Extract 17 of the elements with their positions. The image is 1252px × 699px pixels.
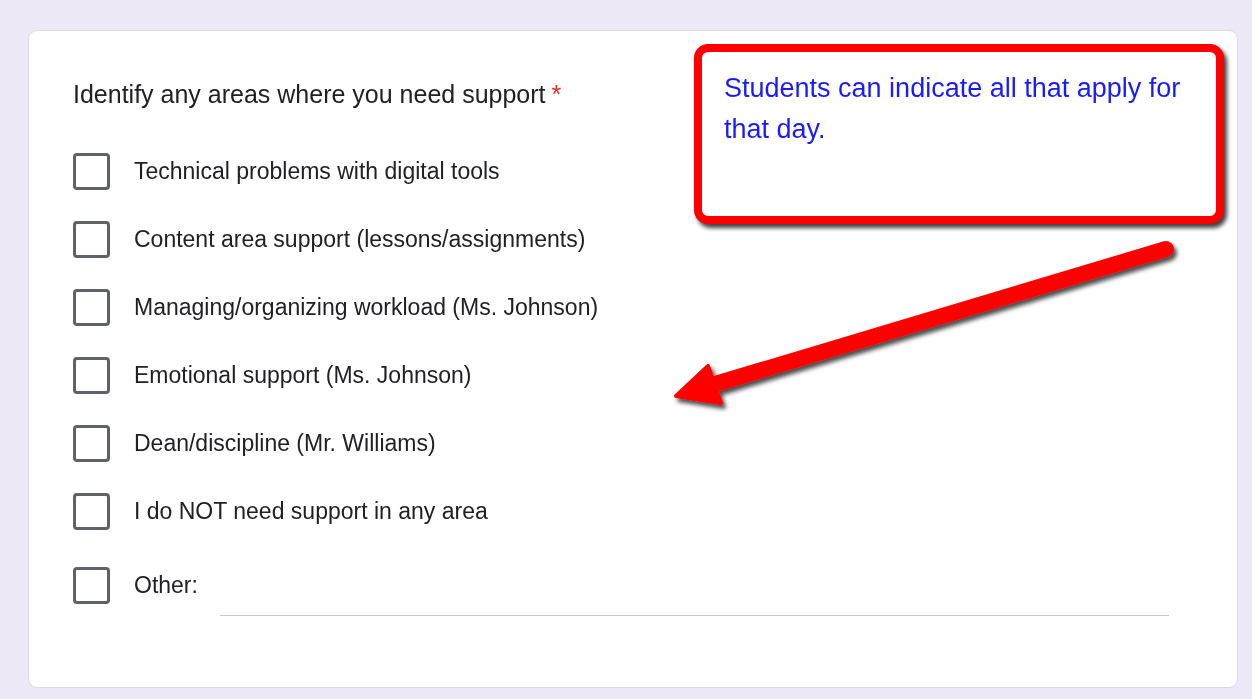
checkbox[interactable]	[73, 424, 110, 462]
option-label[interactable]: Dean/discipline (Mr. Williams)	[134, 425, 436, 461]
option-label[interactable]: Content area support (lessons/assignments)	[134, 221, 586, 257]
option-label[interactable]: Emotional support (Ms. Johnson)	[134, 357, 472, 393]
option-label[interactable]: I do NOT need support in any area	[134, 493, 488, 529]
question-title: Identify any areas where you need support	[73, 80, 546, 108]
callout-text: Students can indicate all that apply for that day.	[724, 72, 1182, 146]
option-label[interactable]: Other:	[134, 567, 198, 603]
option-label[interactable]: Technical problems with digital tools	[134, 153, 500, 189]
checkbox[interactable]	[73, 152, 110, 190]
option-label[interactable]: Managing/organizing workload (Ms. Johnson)	[134, 289, 599, 325]
checkbox[interactable]	[73, 566, 110, 604]
required-mark: *	[551, 80, 562, 108]
checkbox[interactable]	[73, 288, 110, 326]
checkbox[interactable]	[73, 356, 110, 394]
checkbox[interactable]	[73, 220, 110, 258]
checkbox[interactable]	[73, 492, 110, 530]
